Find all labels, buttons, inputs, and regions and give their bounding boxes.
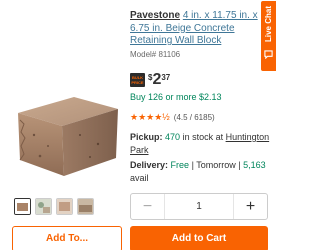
quantity-stepper: − 1 + (130, 193, 268, 220)
delivery-label: Delivery: (130, 160, 169, 170)
delivery-info: Delivery: Free | Tomorrow | 5,163 avail (130, 159, 272, 184)
add-to-cart-button[interactable]: Add to Cart (130, 226, 268, 250)
quantity-input[interactable]: 1 (165, 201, 233, 212)
product-details: Pavestone 4 in. x 11.75 in. x 6.75 in. B… (130, 10, 264, 59)
rating-text: (4.5 / 6185) (173, 113, 215, 122)
bulk-price-badge: BULK PRICE (130, 73, 145, 87)
model-number: Model# 81106 (130, 50, 181, 59)
star-rating-icon: ★★★★½ (130, 112, 170, 122)
decrease-quantity-button[interactable]: − (131, 194, 165, 219)
pickup-label: Pickup: (130, 132, 163, 142)
product-image[interactable] (10, 80, 128, 192)
add-to-list-button[interactable]: Add To... (12, 226, 122, 250)
pickup-stock-count: 470 (165, 132, 181, 142)
thumbnail-2[interactable] (35, 198, 52, 215)
thumbnail-4[interactable] (77, 198, 94, 215)
delivery-available-text: avail (130, 172, 149, 183)
price-cents: 37 (161, 73, 171, 82)
pickup-info: Pickup: 470 in stock at Huntington Park (130, 131, 272, 156)
product-title[interactable]: Pavestone 4 in. x 11.75 in. x 6.75 in. B… (130, 10, 264, 48)
chat-bubble-icon (264, 46, 273, 64)
delivery-available-count: 5,163 (243, 160, 266, 170)
live-chat-label: Live Chat (264, 6, 273, 43)
delivery-cost: Free (170, 160, 190, 170)
brand-link[interactable]: Pavestone (130, 10, 180, 21)
price-dollars: 2 (152, 71, 162, 88)
thumbnail-strip (14, 198, 94, 215)
pickup-stock-text: in stock at (180, 132, 226, 142)
thumbnail-1[interactable] (14, 198, 31, 215)
increase-quantity-button[interactable]: + (233, 194, 267, 219)
delivery-date: | Tomorrow | (189, 160, 244, 170)
thumbnail-3[interactable] (56, 198, 73, 215)
rating[interactable]: ★★★★½ (4.5 / 6185) (130, 112, 215, 123)
bulk-offer: Buy 126 or more $2.13 (130, 92, 222, 102)
price: BULK PRICE $ 2 37 (130, 71, 170, 89)
